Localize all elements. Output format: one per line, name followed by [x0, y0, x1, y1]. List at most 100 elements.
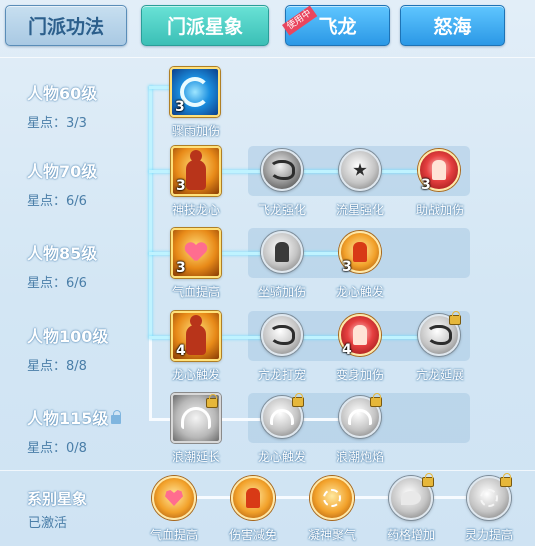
skill-node-dragon-heart-trigger[interactable]: 3: [339, 231, 381, 275]
row-line: [221, 336, 441, 339]
skill-node-tide-flame[interactable]: [339, 393, 381, 438]
skill-node-hp-boost[interactable]: 3: [171, 228, 221, 278]
defense-figure-icon: [246, 488, 260, 508]
level-85: 人物85级 星点：6/6: [27, 240, 97, 291]
skill-node-feilong-boost[interactable]: [261, 149, 303, 191]
level-stars: 星点：0/8: [27, 441, 87, 456]
skill-level: 4: [342, 342, 352, 358]
lock-icon: [207, 394, 217, 407]
branch-line: [149, 86, 171, 89]
series-node-damage-reduce[interactable]: [231, 476, 275, 520]
series-label: 凝神聚气: [307, 528, 357, 542]
skill-node-dragon-heart-trigger-main[interactable]: 4: [171, 311, 221, 361]
level-70: 人物70级 星点：6/6: [27, 158, 97, 209]
tab-school-skills[interactable]: 门派功法: [5, 5, 127, 46]
medicine-leaf-icon: [401, 491, 421, 505]
skill-label: 坐骑加伤: [257, 285, 307, 299]
lock-icon: [371, 393, 381, 406]
dragon-icon: [269, 325, 295, 345]
skill-node-mount-damage[interactable]: [261, 231, 303, 273]
level-title: 人物115级: [27, 405, 122, 429]
divider: [0, 57, 535, 58]
skill-label: 龙心触发: [257, 450, 307, 464]
skill-label: 飞龙强化: [257, 203, 307, 217]
level-title: 人物100级: [27, 327, 109, 346]
lock-icon: [501, 473, 511, 486]
mount-icon: [275, 242, 289, 262]
tab-nuhai[interactable]: 怒海: [400, 5, 505, 46]
dragon-icon: [426, 325, 452, 345]
skill-label: 亢龙延展: [415, 368, 465, 382]
series-status: 已激活: [28, 516, 68, 531]
skill-level: 4: [176, 343, 186, 359]
divider: [0, 470, 535, 471]
skill-label: 亢龙打宠: [257, 368, 307, 382]
meteor-star-icon: [353, 163, 367, 176]
branch-line: [149, 418, 171, 421]
series-node-hp[interactable]: [152, 476, 196, 520]
spirit-power-icon: [480, 489, 498, 507]
series-label: 伤害减免: [228, 528, 278, 542]
branch-line: [149, 170, 171, 173]
skill-node-assist-damage[interactable]: 3: [418, 149, 460, 193]
skill-level: 3: [176, 178, 186, 194]
dragon-heart-figure-icon: [186, 150, 206, 190]
level-stars: 星点：8/8: [27, 359, 87, 374]
level-title: 人物85级: [27, 244, 98, 263]
level-title-text: 人物115级: [27, 409, 109, 428]
skill-label: 浪潮炮焰: [335, 450, 385, 464]
dragon-heart-figure-icon: [186, 315, 206, 355]
level-title: 人物70级: [27, 162, 98, 181]
skill-node-kanglong-pet[interactable]: [261, 314, 303, 356]
branch-line: [149, 252, 171, 255]
tree-trunk-line-locked: [149, 338, 152, 420]
series-label: 气血提高: [149, 528, 199, 542]
skill-label: 龙心触发: [335, 285, 385, 299]
skill-label: 流星强化: [335, 203, 385, 217]
series-label: 药格增加: [386, 528, 436, 542]
wave-icon: [270, 409, 294, 425]
series-title: 系别星象: [27, 490, 88, 508]
focus-snowflake-icon: [323, 489, 341, 507]
skill-label: 气血提高: [171, 285, 221, 299]
series-node-focus[interactable]: [310, 476, 354, 520]
skill-level: 3: [421, 177, 431, 193]
skill-label: 龙心触发: [171, 368, 221, 382]
series-label: 灵力提高: [464, 528, 514, 542]
wave-icon: [348, 409, 372, 425]
skill-node-storm[interactable]: 3: [170, 67, 220, 117]
lock-icon: [293, 393, 303, 406]
level-stars: 星点：3/3: [27, 116, 87, 131]
skill-label: 助战加伤: [415, 203, 465, 217]
row-line: [221, 170, 441, 173]
skill-level: 3: [342, 259, 352, 275]
heart-icon: [185, 243, 207, 263]
level-60: 人物60级 星点：3/3: [27, 80, 97, 131]
skill-node-tide-trigger[interactable]: [261, 393, 303, 438]
level-title: 人物60级: [27, 84, 98, 103]
skill-node-tide-extend[interactable]: [171, 393, 221, 443]
lock-icon: [450, 311, 460, 324]
tab-school-constellation[interactable]: 门派星象: [141, 5, 269, 46]
skill-node-transform-damage[interactable]: 4: [339, 314, 381, 358]
dragon-heart-trigger-icon: [353, 242, 367, 262]
skill-label: 变身加伤: [335, 368, 385, 382]
level-115: 人物115级 星点：0/8: [27, 405, 122, 456]
level-100: 人物100级 星点：8/8: [27, 323, 108, 374]
branch-line: [149, 336, 171, 339]
series-node-medicine-slot[interactable]: [389, 473, 433, 520]
level-stars: 星点：6/6: [27, 194, 87, 209]
skill-label: 浪潮延长: [171, 450, 221, 464]
transform-icon: [353, 325, 367, 345]
lock-icon: [111, 410, 122, 424]
level-stars: 星点：6/6: [27, 276, 87, 291]
skill-level: 3: [175, 99, 185, 115]
heart-icon: [165, 490, 183, 506]
skill-node-dragon-heart[interactable]: 3: [171, 146, 221, 196]
assist-damage-icon: [432, 160, 446, 180]
skill-node-kanglong-extend[interactable]: [418, 311, 460, 356]
series-node-spirit[interactable]: [467, 473, 511, 520]
tree-trunk-line: [149, 86, 152, 338]
dragon-icon: [269, 160, 295, 180]
skill-node-meteor-boost[interactable]: [339, 149, 381, 191]
